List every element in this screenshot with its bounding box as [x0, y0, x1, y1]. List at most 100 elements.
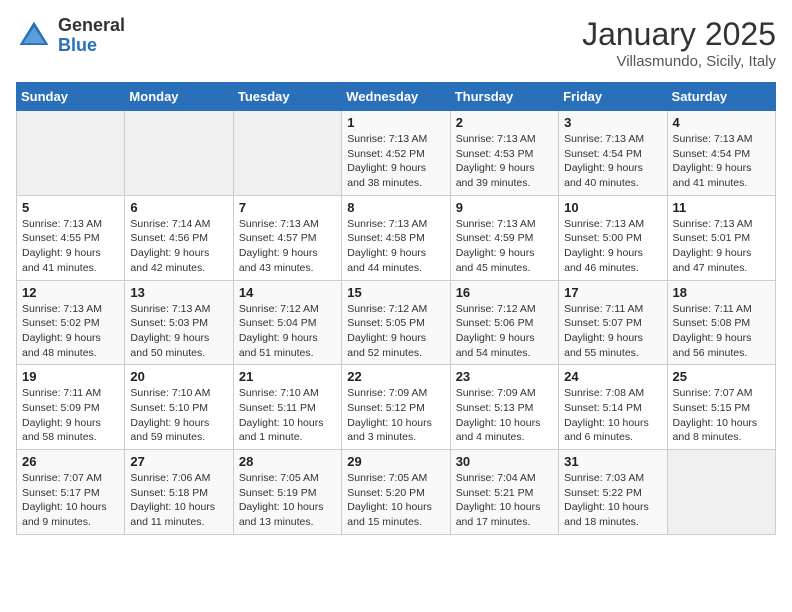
calendar-cell: 27 Sunrise: 7:06 AM Sunset: 5:18 PM Dayli… [125, 450, 233, 535]
day-number: 17 [564, 285, 661, 300]
day-number: 14 [239, 285, 336, 300]
calendar-cell: 26Sunrise: 7:07 AM Sunset: 5:17 PM Dayli… [17, 450, 125, 535]
calendar-cell: 25Sunrise: 7:07 AM Sunset: 5:15 PM Dayli… [667, 365, 775, 450]
day-info: Sunrise: 7:12 AM Sunset: 5:05 PM Dayligh… [347, 302, 444, 361]
day-number: 6 [130, 200, 227, 215]
weekday-header: Friday [559, 83, 667, 111]
calendar-cell: 12Sunrise: 7:13 AM Sunset: 5:02 PM Dayli… [17, 280, 125, 365]
day-number: 19 [22, 369, 119, 384]
page-header: General Blue January 2025 Villasmundo, S… [16, 16, 776, 70]
day-number: 10 [564, 200, 661, 215]
calendar-cell: 22 Sunrise: 7:09 AM Sunset: 5:12 PM Dayli… [342, 365, 450, 450]
day-info: Sunrise: 7:12 AM Sunset: 5:04 PM Dayligh… [239, 302, 336, 361]
day-info: Sunrise: 7:09 AM Sunset: 5:13 PM Dayligh… [456, 386, 553, 445]
day-info: Sunrise: 7:13 AM Sunset: 5:01 PM Dayligh… [673, 217, 770, 276]
calendar-week-row: 5 Sunrise: 7:13 AM Sunset: 4:55 PM Daylig… [17, 195, 776, 280]
day-info: Sunrise: 7:11 AM Sunset: 5:09 PM Dayligh… [22, 386, 119, 445]
calendar-cell: 2 Sunrise: 7:13 AM Sunset: 4:53 PM Daylig… [450, 111, 558, 196]
calendar-week-row: 12Sunrise: 7:13 AM Sunset: 5:02 PM Dayli… [17, 280, 776, 365]
weekday-header: Thursday [450, 83, 558, 111]
calendar-cell: 16Sunrise: 7:12 AM Sunset: 5:06 PM Dayli… [450, 280, 558, 365]
weekday-header: Tuesday [233, 83, 341, 111]
calendar-cell: 24Sunrise: 7:08 AM Sunset: 5:14 PM Dayli… [559, 365, 667, 450]
calendar-cell: 8 Sunrise: 7:13 AM Sunset: 4:58 PM Daylig… [342, 195, 450, 280]
weekday-header-row: SundayMondayTuesdayWednesdayThursdayFrid… [17, 83, 776, 111]
calendar-week-row: 19 Sunrise: 7:11 AM Sunset: 5:09 PM Dayli… [17, 365, 776, 450]
day-info: Sunrise: 7:11 AM Sunset: 5:07 PM Dayligh… [564, 302, 661, 361]
day-number: 29 [347, 454, 444, 469]
day-info: Sunrise: 7:13 AM Sunset: 5:02 PM Dayligh… [22, 302, 119, 361]
day-number: 3 [564, 115, 661, 130]
day-number: 30 [456, 454, 553, 469]
calendar-cell: 19 Sunrise: 7:11 AM Sunset: 5:09 PM Dayli… [17, 365, 125, 450]
day-number: 28 [239, 454, 336, 469]
day-info: Sunrise: 7:08 AM Sunset: 5:14 PM Dayligh… [564, 386, 661, 445]
weekday-header: Sunday [17, 83, 125, 111]
calendar-cell [233, 111, 341, 196]
logo-text: General Blue [58, 16, 125, 56]
day-info: Sunrise: 7:13 AM Sunset: 4:59 PM Dayligh… [456, 217, 553, 276]
day-number: 8 [347, 200, 444, 215]
calendar-cell: 6 Sunrise: 7:14 AM Sunset: 4:56 PM Daylig… [125, 195, 233, 280]
day-number: 26 [22, 454, 119, 469]
day-info: Sunrise: 7:11 AM Sunset: 5:08 PM Dayligh… [673, 302, 770, 361]
day-info: Sunrise: 7:09 AM Sunset: 5:12 PM Dayligh… [347, 386, 444, 445]
day-info: Sunrise: 7:13 AM Sunset: 5:00 PM Dayligh… [564, 217, 661, 276]
weekday-header: Wednesday [342, 83, 450, 111]
day-info: Sunrise: 7:10 AM Sunset: 5:11 PM Dayligh… [239, 386, 336, 445]
calendar-cell: 30 Sunrise: 7:04 AM Sunset: 5:21 PM Dayli… [450, 450, 558, 535]
calendar-cell: 3 Sunrise: 7:13 AM Sunset: 4:54 PM Daylig… [559, 111, 667, 196]
location-subtitle: Villasmundo, Sicily, Italy [582, 53, 776, 70]
day-number: 21 [239, 369, 336, 384]
day-info: Sunrise: 7:13 AM Sunset: 4:54 PM Dayligh… [673, 132, 770, 191]
day-info: Sunrise: 7:04 AM Sunset: 5:21 PM Dayligh… [456, 471, 553, 530]
day-info: Sunrise: 7:05 AM Sunset: 5:19 PM Dayligh… [239, 471, 336, 530]
day-info: Sunrise: 7:14 AM Sunset: 4:56 PM Dayligh… [130, 217, 227, 276]
calendar-cell: 20 Sunrise: 7:10 AM Sunset: 5:10 PM Dayli… [125, 365, 233, 450]
calendar-cell [667, 450, 775, 535]
day-info: Sunrise: 7:13 AM Sunset: 4:58 PM Dayligh… [347, 217, 444, 276]
day-number: 16 [456, 285, 553, 300]
day-info: Sunrise: 7:05 AM Sunset: 5:20 PM Dayligh… [347, 471, 444, 530]
day-number: 15 [347, 285, 444, 300]
day-number: 31 [564, 454, 661, 469]
calendar-cell: 15 Sunrise: 7:12 AM Sunset: 5:05 PM Dayli… [342, 280, 450, 365]
calendar-cell: 31Sunrise: 7:03 AM Sunset: 5:22 PM Dayli… [559, 450, 667, 535]
calendar-cell [125, 111, 233, 196]
calendar-cell: 23 Sunrise: 7:09 AM Sunset: 5:13 PM Dayli… [450, 365, 558, 450]
calendar-week-row: 26Sunrise: 7:07 AM Sunset: 5:17 PM Dayli… [17, 450, 776, 535]
day-info: Sunrise: 7:07 AM Sunset: 5:15 PM Dayligh… [673, 386, 770, 445]
day-info: Sunrise: 7:06 AM Sunset: 5:18 PM Dayligh… [130, 471, 227, 530]
day-info: Sunrise: 7:10 AM Sunset: 5:10 PM Dayligh… [130, 386, 227, 445]
day-number: 11 [673, 200, 770, 215]
day-info: Sunrise: 7:13 AM Sunset: 4:54 PM Dayligh… [564, 132, 661, 191]
calendar-cell: 9 Sunrise: 7:13 AM Sunset: 4:59 PM Daylig… [450, 195, 558, 280]
day-info: Sunrise: 7:13 AM Sunset: 4:53 PM Dayligh… [456, 132, 553, 191]
logo-icon [16, 18, 52, 54]
day-number: 20 [130, 369, 227, 384]
calendar-cell: 28 Sunrise: 7:05 AM Sunset: 5:19 PM Dayli… [233, 450, 341, 535]
logo: General Blue [16, 16, 125, 56]
day-number: 7 [239, 200, 336, 215]
calendar-cell: 29 Sunrise: 7:05 AM Sunset: 5:20 PM Dayli… [342, 450, 450, 535]
calendar-cell: 13Sunrise: 7:13 AM Sunset: 5:03 PM Dayli… [125, 280, 233, 365]
calendar-table: SundayMondayTuesdayWednesdayThursdayFrid… [16, 82, 776, 535]
day-number: 2 [456, 115, 553, 130]
calendar-cell: 14 Sunrise: 7:12 AM Sunset: 5:04 PM Dayli… [233, 280, 341, 365]
title-block: January 2025 Villasmundo, Sicily, Italy [582, 16, 776, 70]
day-number: 27 [130, 454, 227, 469]
day-number: 1 [347, 115, 444, 130]
weekday-header: Saturday [667, 83, 775, 111]
calendar-cell: 7 Sunrise: 7:13 AM Sunset: 4:57 PM Daylig… [233, 195, 341, 280]
day-info: Sunrise: 7:13 AM Sunset: 4:57 PM Dayligh… [239, 217, 336, 276]
calendar-cell: 18 Sunrise: 7:11 AM Sunset: 5:08 PM Dayli… [667, 280, 775, 365]
day-number: 18 [673, 285, 770, 300]
day-info: Sunrise: 7:13 AM Sunset: 4:55 PM Dayligh… [22, 217, 119, 276]
calendar-cell: 5 Sunrise: 7:13 AM Sunset: 4:55 PM Daylig… [17, 195, 125, 280]
calendar-week-row: 1Sunrise: 7:13 AM Sunset: 4:52 PM Daylig… [17, 111, 776, 196]
day-number: 9 [456, 200, 553, 215]
calendar-cell: 1Sunrise: 7:13 AM Sunset: 4:52 PM Daylig… [342, 111, 450, 196]
day-number: 23 [456, 369, 553, 384]
day-number: 22 [347, 369, 444, 384]
day-number: 5 [22, 200, 119, 215]
